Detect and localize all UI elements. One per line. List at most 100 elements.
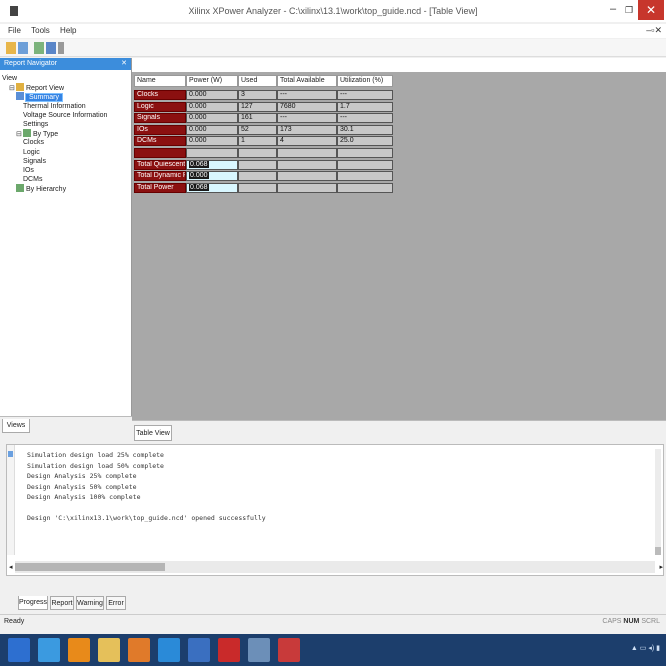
tab-table-view[interactable]: Table View <box>134 425 172 441</box>
window-icon[interactable] <box>46 42 56 54</box>
power-value[interactable]: 0.068 <box>186 159 238 170</box>
tree-item[interactable]: DCMs <box>23 175 42 184</box>
vlc-icon[interactable] <box>68 638 90 662</box>
column-header[interactable]: Total Available <box>277 75 337 87</box>
table-cell[interactable]: 161 <box>238 113 277 124</box>
acrobat-icon[interactable] <box>218 638 240 662</box>
table-cell[interactable] <box>277 182 337 193</box>
media-player-icon[interactable] <box>128 638 150 662</box>
table-cell[interactable]: --- <box>277 113 337 124</box>
table-cell[interactable] <box>337 171 393 182</box>
table-cell[interactable]: --- <box>277 90 337 100</box>
table-cell[interactable] <box>277 171 337 182</box>
power-row-label[interactable]: Total Quiescent Power <box>134 159 186 170</box>
table-cell[interactable]: 3 <box>238 90 277 100</box>
tree-item[interactable]: Settings <box>23 120 48 129</box>
skype-icon[interactable] <box>158 638 180 662</box>
row-label[interactable] <box>134 148 186 158</box>
panel-header: Report Navigator ✕ <box>0 58 131 70</box>
power-row-label[interactable]: Total Dynamic Power <box>134 171 186 182</box>
open-icon[interactable] <box>6 42 16 54</box>
row-label[interactable]: Signals <box>134 113 186 124</box>
word-icon[interactable] <box>188 638 210 662</box>
xpower-icon[interactable] <box>278 638 300 662</box>
tree-item[interactable]: Voltage Source Information <box>23 111 107 120</box>
column-header[interactable]: Utilization (%) <box>337 75 393 87</box>
table-cell[interactable] <box>337 148 393 158</box>
expand-toggle-icon[interactable]: ⊟ <box>9 84 16 93</box>
tree-item[interactable]: Thermal Information <box>23 102 86 111</box>
table-cell[interactable]: 0.000 <box>186 101 238 112</box>
table-cell[interactable]: 7680 <box>277 101 337 112</box>
restore-button[interactable]: ❐ <box>622 4 636 16</box>
table-cell[interactable]: --- <box>337 113 393 124</box>
internet-explorer-icon[interactable] <box>38 638 60 662</box>
table-cell[interactable]: 0.000 <box>186 124 238 135</box>
pin-icon[interactable]: ✕ <box>121 58 127 70</box>
console-horizontal-scrollbar[interactable]: ◂ ▸ <box>9 561 663 573</box>
table-cell[interactable] <box>186 148 238 158</box>
table-cell[interactable]: 25.0 <box>337 136 393 147</box>
table-cell[interactable]: 4 <box>277 136 337 147</box>
row-label[interactable]: Logic <box>134 101 186 112</box>
table-cell[interactable] <box>238 171 277 182</box>
tab-report[interactable]: Report <box>50 596 74 610</box>
tab-progress[interactable]: Progress <box>18 596 48 610</box>
tree-item[interactable]: Logic <box>23 148 40 157</box>
menu-help[interactable]: Help <box>60 24 76 38</box>
table-cell[interactable]: 0.000 <box>186 90 238 100</box>
scroll-thumb[interactable] <box>15 563 165 571</box>
table-cell[interactable] <box>238 148 277 158</box>
row-label[interactable]: IOs <box>134 124 186 135</box>
windows-start-icon[interactable] <box>8 638 30 662</box>
tree-item[interactable]: View <box>2 74 17 83</box>
column-header[interactable]: Used <box>238 75 277 87</box>
table-cell[interactable]: 0.000 <box>186 113 238 124</box>
row-label[interactable]: DCMs <box>134 136 186 147</box>
table-cell[interactable]: 30.1 <box>337 124 393 135</box>
row-label[interactable]: Clocks <box>134 90 186 100</box>
table-cell[interactable]: --- <box>337 90 393 100</box>
table-cell[interactable] <box>277 148 337 158</box>
table-cell[interactable]: 173 <box>277 124 337 135</box>
minimize-button[interactable]: – <box>606 4 620 16</box>
tab-error[interactable]: Error <box>106 596 126 610</box>
close-button[interactable]: ✕ <box>638 0 664 20</box>
file-explorer-icon[interactable] <box>98 638 120 662</box>
table-cell[interactable]: 1.7 <box>337 101 393 112</box>
mdi-window-controls[interactable]: –▫✕ <box>646 25 662 36</box>
table-cell[interactable] <box>238 159 277 170</box>
table-cell[interactable]: 52 <box>238 124 277 135</box>
tab-warning[interactable]: Warning <box>76 596 104 610</box>
table-cell[interactable] <box>337 159 393 170</box>
tree-item[interactable]: IOs <box>23 166 34 175</box>
save-icon[interactable] <box>18 42 28 54</box>
scroll-left-icon[interactable]: ◂ <box>9 563 13 571</box>
table-cell[interactable]: 127 <box>238 101 277 112</box>
tree-item[interactable]: By Hierarchy <box>16 184 66 194</box>
power-value[interactable]: 0.000 <box>186 171 238 182</box>
app-window-icon[interactable] <box>248 638 270 662</box>
tab-views[interactable]: Views <box>2 419 30 433</box>
table-cell[interactable]: 1 <box>238 136 277 147</box>
console-vertical-scrollbar[interactable] <box>655 449 661 555</box>
layout-icon[interactable] <box>58 42 64 54</box>
scroll-right-icon[interactable]: ▸ <box>659 563 663 571</box>
tree-item[interactable]: Clocks <box>23 138 44 147</box>
table-cell[interactable]: 0.000 <box>186 136 238 147</box>
power-value[interactable]: 0.068 <box>186 182 238 193</box>
power-row-label[interactable]: Total Power <box>134 182 186 193</box>
table-cell[interactable] <box>238 182 277 193</box>
scroll-thumb[interactable] <box>655 547 661 555</box>
table-cell[interactable] <box>337 182 393 193</box>
column-header[interactable]: Name <box>134 75 186 87</box>
menu-file[interactable]: File <box>8 24 21 38</box>
panel-title: Report Navigator <box>4 60 57 67</box>
menu-tools[interactable]: Tools <box>31 24 50 38</box>
tree-item[interactable]: Signals <box>23 157 46 166</box>
expand-toggle-icon[interactable]: ⊟ <box>16 130 23 139</box>
settings-icon[interactable] <box>34 42 44 54</box>
column-header[interactable]: Power (W) <box>186 75 238 87</box>
table-cell[interactable] <box>277 159 337 170</box>
system-tray[interactable]: ▲ ▭ ◂) ▮ <box>631 644 660 652</box>
